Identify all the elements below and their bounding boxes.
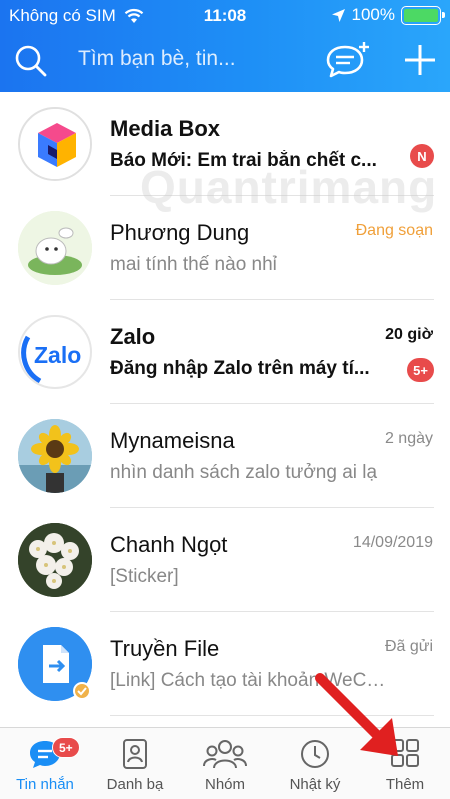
- avatar: [18, 107, 92, 181]
- qr-chat-icon[interactable]: [324, 40, 372, 82]
- sticker-avatar-image: [18, 211, 92, 285]
- tab-label: Thêm: [385, 776, 425, 793]
- sent-status: Đã gửi: [384, 638, 433, 655]
- contact-name: Mynameisna: [110, 428, 235, 453]
- message-preview: mai tính thế nào nhỉ: [110, 254, 277, 275]
- contact-name: Media Box: [110, 116, 221, 141]
- tab-label: Nhóm: [204, 776, 245, 793]
- avatar: [18, 419, 92, 493]
- timestamp: 20 giờ: [385, 326, 433, 343]
- tab-messages[interactable]: 5+ Tin nhắn: [0, 728, 90, 799]
- contact-name: Truyền File: [110, 636, 220, 661]
- flowers-avatar-image: [18, 523, 92, 597]
- tab-groups[interactable]: Nhóm: [180, 728, 270, 799]
- annotation-arrow-icon: [315, 673, 398, 756]
- tab-unread-badge: 5+: [52, 737, 80, 758]
- battery-percent: 100%: [351, 5, 395, 24]
- tab-label: Tin nhắn: [16, 776, 74, 793]
- timestamp: 14/09/2019: [352, 534, 433, 551]
- tab-label: Nhật ký: [289, 776, 341, 793]
- status-bar: Không có SIM 11:08 100%: [0, 0, 450, 32]
- contact-name: Chanh Ngọt: [110, 532, 228, 557]
- avatar: [18, 627, 92, 701]
- file-transfer-icon: [18, 627, 92, 701]
- timestamp: 2 ngày: [384, 430, 433, 447]
- contact-name: Phương Dung: [110, 220, 250, 245]
- svg-text:Zalo: Zalo: [34, 342, 81, 368]
- avatar: [18, 211, 92, 285]
- contacts-icon: [123, 739, 147, 769]
- app-header: Không có SIM 11:08 100%: [0, 0, 450, 92]
- conversation-row-zalo[interactable]: Zalo Zalo Đăng nhập Zalo trên máy tí... …: [0, 300, 450, 404]
- message-preview: [Sticker]: [110, 566, 179, 587]
- zalo-logo-icon: Zalo: [21, 335, 81, 384]
- message-preview: nhìn danh sách zalo tưởng ai lạ: [110, 462, 378, 483]
- search-icon[interactable]: [14, 44, 48, 78]
- conversation-list: Media Box Báo Mới: Em trai bắn chết c...…: [0, 92, 450, 727]
- conversation-row-chanh-ngot[interactable]: Chanh Ngọt [Sticker] 14/09/2019: [0, 508, 450, 612]
- contact-name: Zalo: [110, 324, 156, 349]
- plus-icon[interactable]: [402, 42, 438, 78]
- search-input[interactable]: [78, 47, 298, 71]
- tab-label: Danh bạ: [106, 776, 164, 793]
- group-icon: [203, 740, 247, 769]
- tab-contacts[interactable]: Danh bạ: [90, 728, 180, 799]
- sunflower-avatar-image: [18, 419, 92, 493]
- battery-icon: [401, 5, 445, 25]
- watermark: Quantrimang: [140, 161, 438, 213]
- typing-status: Đang soạn: [355, 222, 433, 239]
- location-icon: [331, 8, 345, 22]
- search-bar: [0, 32, 450, 92]
- avatar: [18, 523, 92, 597]
- media-box-logo-icon: [20, 109, 90, 179]
- message-preview: Đăng nhập Zalo trên máy tí...: [110, 358, 370, 379]
- avatar: Zalo: [18, 315, 92, 389]
- unread-badge: 5+: [407, 358, 434, 382]
- conversation-row-mynameisna[interactable]: Mynameisna nhìn danh sách zalo tưởng ai …: [0, 404, 450, 508]
